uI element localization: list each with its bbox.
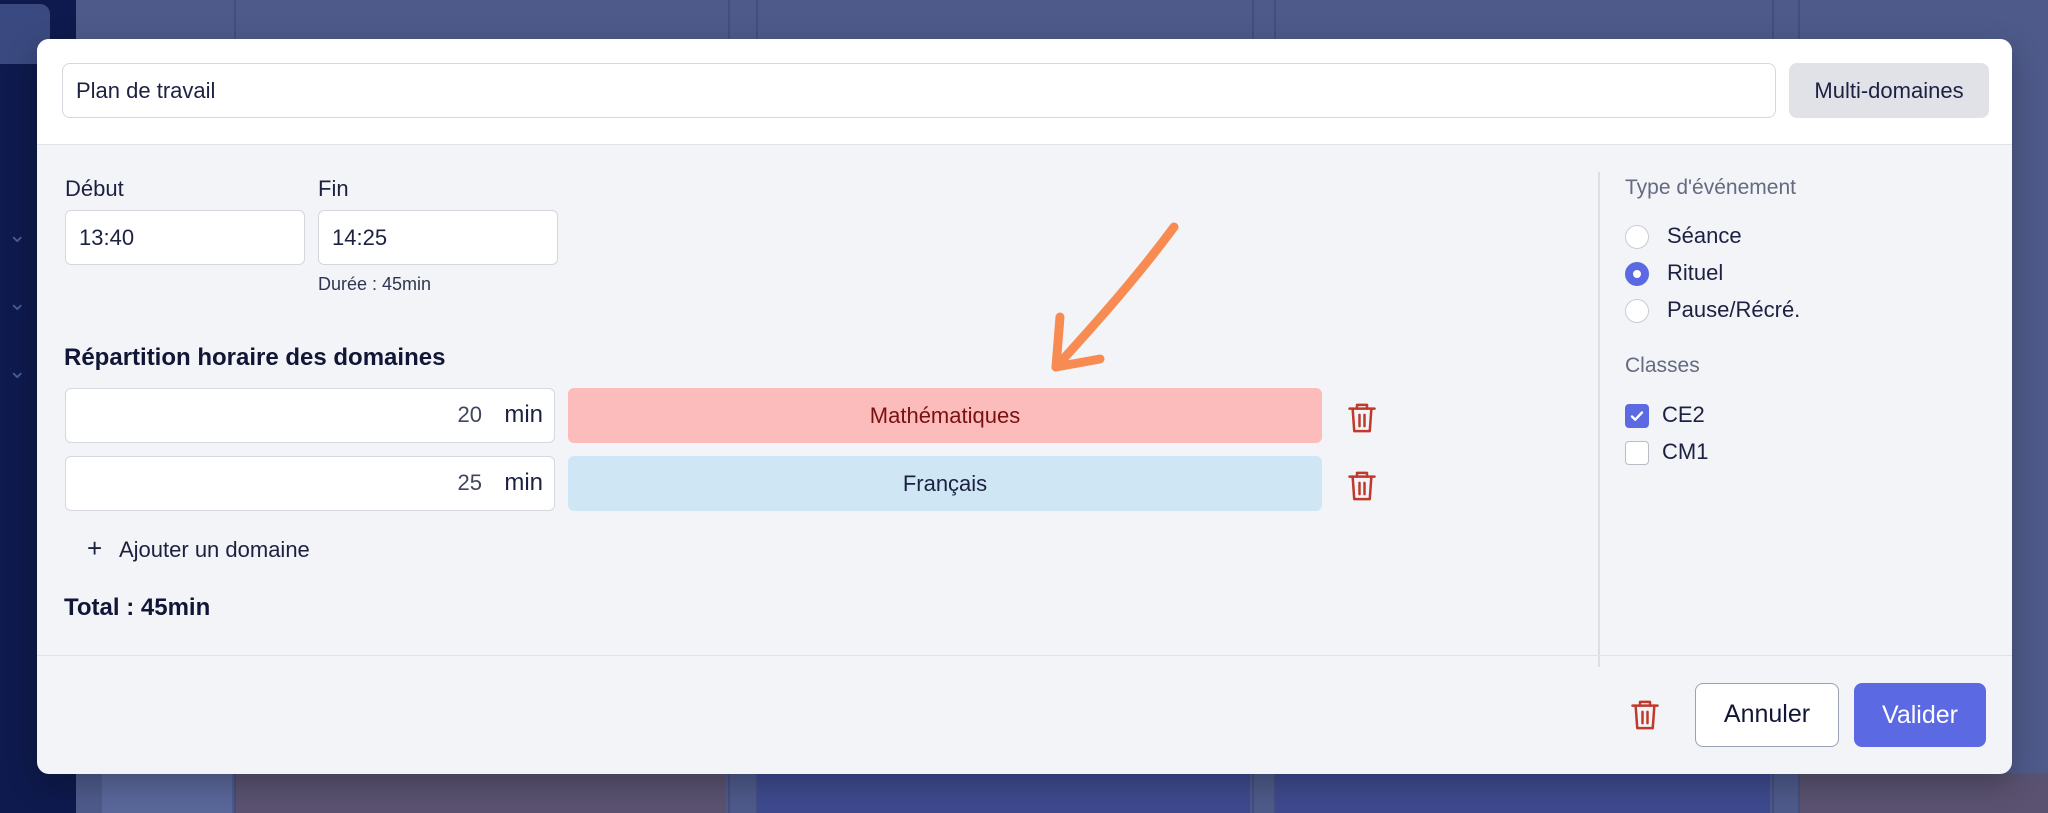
event-type-heading: Type d'événement bbox=[1625, 176, 1796, 199]
domain-select-mathematiques[interactable]: Mathématiques bbox=[568, 388, 1322, 443]
multi-domains-button[interactable]: Multi-domaines bbox=[1789, 63, 1989, 118]
vertical-divider bbox=[1598, 172, 1600, 667]
radio-icon[interactable] bbox=[1625, 225, 1649, 250]
checkbox-cm1[interactable]: CM1 bbox=[1625, 439, 1708, 469]
minutes-value: 25 bbox=[457, 470, 482, 495]
domain-select-francais[interactable]: Français bbox=[568, 456, 1322, 511]
checkbox-label: CM1 bbox=[1662, 439, 1709, 464]
minutes-input[interactable]: 20 min bbox=[65, 388, 555, 443]
add-domain-label: Ajouter un domaine bbox=[119, 537, 310, 562]
plus-icon: + bbox=[87, 533, 103, 563]
footer-divider bbox=[37, 655, 2012, 656]
radio-label: Séance bbox=[1667, 223, 1742, 248]
title-input[interactable] bbox=[62, 63, 1776, 118]
validate-button[interactable]: Valider bbox=[1854, 683, 1986, 747]
cancel-button[interactable]: Annuler bbox=[1695, 683, 1839, 747]
trash-icon[interactable] bbox=[1347, 469, 1377, 503]
delete-event-trash-icon[interactable] bbox=[1630, 698, 1660, 732]
checkbox-ce2[interactable]: CE2 bbox=[1625, 402, 1705, 432]
radio-pause[interactable]: Pause/Récré. bbox=[1625, 297, 1800, 327]
add-domain-button[interactable]: + Ajouter un domaine bbox=[87, 533, 310, 563]
minutes-unit: min bbox=[504, 469, 543, 496]
end-label: Fin bbox=[318, 176, 349, 201]
checkbox-icon[interactable] bbox=[1625, 441, 1649, 466]
radio-rituel[interactable]: Rituel bbox=[1625, 260, 1723, 290]
minutes-value: 20 bbox=[457, 402, 482, 427]
radio-icon[interactable] bbox=[1625, 299, 1649, 324]
total-text: Total : 45min bbox=[64, 594, 211, 621]
end-time-input[interactable] bbox=[318, 210, 558, 265]
checkbox-checked-icon[interactable] bbox=[1625, 404, 1649, 429]
start-time-input[interactable] bbox=[65, 210, 305, 265]
duration-text: Durée : 45min bbox=[318, 274, 432, 294]
annotation-arrow-icon bbox=[1051, 222, 1179, 372]
section-title: Répartition horaire des domaines bbox=[64, 344, 446, 371]
chevron-down-icon: ⌄ bbox=[8, 358, 27, 383]
chevron-down-icon: ⌄ bbox=[8, 290, 27, 315]
event-modal: Multi-domaines Début Fin Durée : 45min R… bbox=[37, 39, 2012, 774]
classes-heading: Classes bbox=[1625, 354, 1700, 377]
radio-label: Pause/Récré. bbox=[1667, 297, 1801, 322]
modal-header: Multi-domaines bbox=[37, 39, 2012, 145]
start-label: Début bbox=[65, 176, 124, 201]
radio-seance[interactable]: Séance bbox=[1625, 223, 1742, 253]
chevron-down-icon: ⌄ bbox=[8, 222, 27, 247]
checkbox-label: CE2 bbox=[1662, 402, 1705, 427]
minutes-input[interactable]: 25 min bbox=[65, 456, 555, 511]
trash-icon[interactable] bbox=[1347, 401, 1377, 435]
radio-selected-icon[interactable] bbox=[1625, 262, 1649, 287]
radio-label: Rituel bbox=[1667, 260, 1724, 285]
minutes-unit: min bbox=[504, 401, 543, 428]
